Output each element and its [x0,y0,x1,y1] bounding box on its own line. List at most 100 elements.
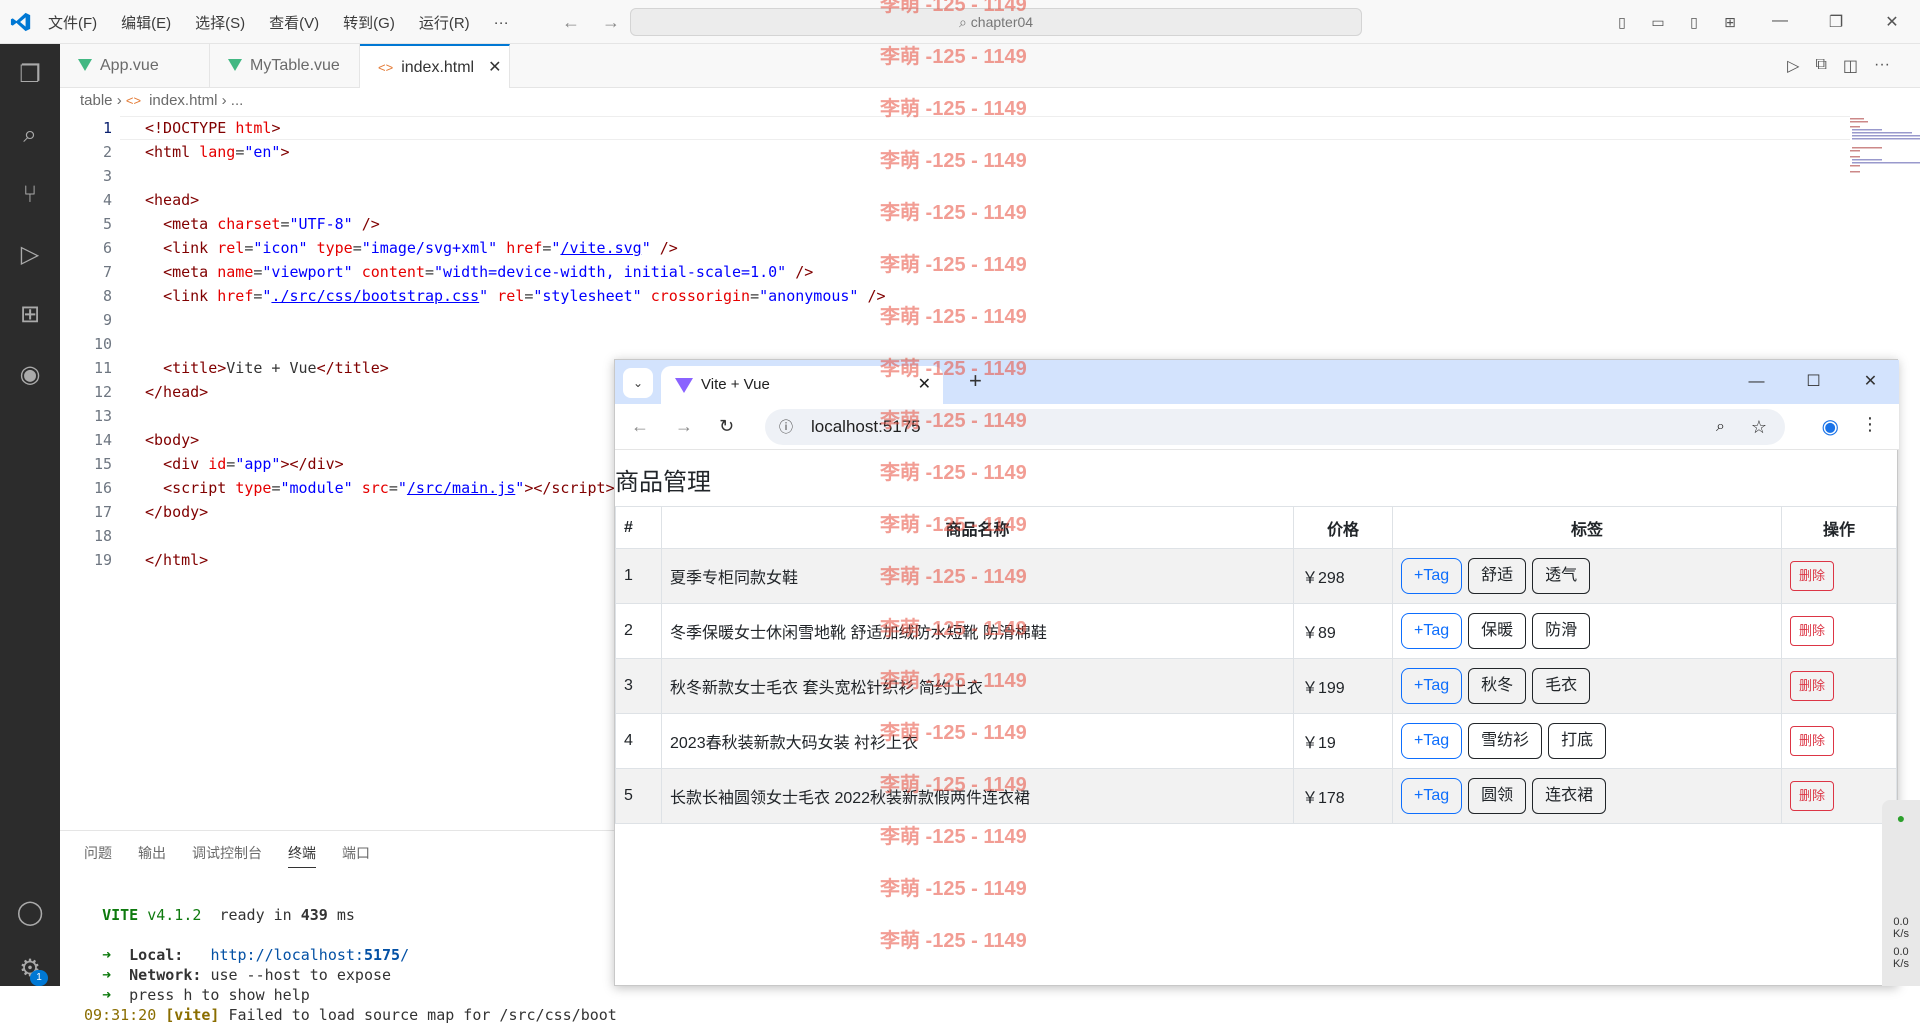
browser-menu-icon[interactable]: ⋮ [1861,414,1879,435]
close-tab-icon[interactable]: ✕ [488,59,501,76]
panel-tab-output[interactable]: 输出 [138,843,166,868]
add-tag-button[interactable]: +Tag [1401,558,1463,594]
minimap[interactable] [1850,116,1920,176]
cell-tags: +Tag 秋冬 毛衣 [1392,658,1782,714]
forward-arrow-icon[interactable]: → [602,12,620,33]
table-header-row: # 商品名称 价格 标签 操作 [615,506,1897,549]
tab-search-chevron-icon[interactable]: ⌄ [623,368,653,398]
code-line: <!DOCTYPE html> [145,119,281,137]
restore-icon[interactable]: ❐ [1808,12,1864,32]
upload-unit: K/s [1893,928,1909,940]
more-actions-icon[interactable]: ··· [1874,56,1890,76]
source-control-icon[interactable]: ⑂ [15,180,45,210]
breadcrumb: table › <> index.html › ... [80,92,243,109]
breadcrumb-file[interactable]: index.html [149,92,217,109]
line-number: 2 [102,143,112,161]
tag-chip[interactable]: 打底 [1548,723,1607,759]
edge-devtools-icon[interactable]: ◉ [15,360,45,390]
explorer-icon[interactable]: ❐ [15,60,45,90]
site-info-icon[interactable]: ⓘ [779,409,793,445]
accounts-icon[interactable]: ◯ [15,898,45,928]
terminal[interactable]: VITE v4.1.2 ready in 439 ms ➜ Local: htt… [84,905,617,1025]
panel-tab-problems[interactable]: 问题 [84,843,112,868]
run-icon[interactable]: ▷ [1787,56,1799,76]
add-tag-button[interactable]: +Tag [1401,613,1463,649]
tag-chip[interactable]: 舒适 [1468,558,1527,594]
close-window-icon[interactable]: ✕ [1864,12,1920,32]
menu-view[interactable]: 查看(V) [269,12,319,33]
breadcrumb-more[interactable]: ... [231,92,244,109]
add-tag-button[interactable]: +Tag [1401,778,1463,814]
panel-tabs: 问题 输出 调试控制台 终端 端口 [84,843,370,868]
run-debug-icon[interactable]: ▷ [15,240,45,270]
tag-chip[interactable]: 圆领 [1468,778,1527,814]
reload-icon[interactable]: ↻ [719,416,734,437]
new-tab-icon[interactable]: + [969,368,982,394]
breadcrumb-folder[interactable]: table [80,92,113,109]
tag-chip[interactable]: 连衣裙 [1532,778,1607,814]
menu-more[interactable]: ··· [494,14,509,31]
tag-chip[interactable]: 雪纺衫 [1468,723,1543,759]
delete-button[interactable]: 删除 [1790,726,1835,756]
current-line-highlight [120,116,1850,140]
cell-name: 夏季专柜同款女鞋 [661,548,1294,604]
menu-edit[interactable]: 编辑(E) [121,12,171,33]
zoom-icon[interactable]: ⌕ [1716,409,1725,445]
profile-icon[interactable]: ◉ [1822,414,1839,439]
title-bar: 文件(F) 编辑(E) 选择(S) 查看(V) 转到(G) 运行(R) ··· … [0,0,1920,44]
command-center[interactable]: ⌕ chapter04 [630,8,1362,36]
delete-button[interactable]: 删除 [1790,561,1835,591]
tab-app-vue[interactable]: App.vue [60,44,210,88]
browser-maximize-icon[interactable]: ☐ [1785,360,1842,404]
panel-tab-terminal[interactable]: 终端 [288,843,316,868]
line-number: 7 [102,263,112,281]
extensions-icon[interactable]: ⊞ [15,300,45,330]
line-number: 5 [102,215,112,233]
tag-chip[interactable]: 保暖 [1468,613,1527,649]
toggle-sidebar-icon[interactable]: ▯ [1608,14,1636,31]
tag-chip[interactable]: 毛衣 [1532,668,1591,704]
tab-index-html[interactable]: <> index.html ✕ [360,44,510,88]
delete-button[interactable]: 删除 [1790,781,1835,811]
col-header-tags: 标签 [1392,506,1782,549]
minimize-icon[interactable]: — [1752,12,1808,32]
cell-actions: 删除 [1781,658,1897,714]
customize-layout-icon[interactable]: ⊞ [1716,14,1744,31]
line-number: 10 [93,335,112,353]
cell-id: 5 [615,768,662,824]
search-icon: ⌕ [958,14,967,30]
table-row: 2 冬季保暖女士休闲雪地靴 舒适加绒防水短靴 防滑棉鞋 ￥89 +Tag 保暖 防滑 删除 [615,603,1897,659]
menu-selection[interactable]: 选择(S) [195,12,245,33]
address-bar[interactable]: ⓘ localhost:5175 ⌕ ☆ [765,409,1785,445]
add-tag-button[interactable]: +Tag [1401,723,1463,759]
search-icon[interactable]: ⌕ [15,120,45,150]
tab-mytable-vue[interactable]: MyTable.vue [210,44,360,88]
panel-tab-debug-console[interactable]: 调试控制台 [192,843,262,868]
browser-forward-icon[interactable]: → [675,416,693,437]
delete-button[interactable]: 删除 [1790,671,1835,701]
close-tab-icon[interactable]: ✕ [918,366,931,404]
browser-back-icon[interactable]: ← [631,416,649,437]
back-arrow-icon[interactable]: ← [562,12,580,33]
browser-close-icon[interactable]: ✕ [1842,360,1899,404]
tag-chip[interactable]: 秋冬 [1468,668,1527,704]
split-editor-icon[interactable]: ◫ [1843,56,1858,76]
editor-actions: ▷ ⧉ ◫ ··· [1787,56,1890,76]
browser-minimize-icon[interactable]: — [1728,360,1785,404]
add-tag-button[interactable]: +Tag [1401,668,1463,704]
menu-file[interactable]: 文件(F) [48,12,97,33]
code-line: <meta charset="UTF-8" /> [163,215,380,233]
bookmark-star-icon[interactable]: ☆ [1751,409,1767,445]
open-preview-icon[interactable]: ⧉ [1815,56,1826,76]
panel-tab-ports[interactable]: 端口 [342,843,370,868]
tag-chip[interactable]: 防滑 [1532,613,1591,649]
toggle-panel-icon[interactable]: ▭ [1644,14,1672,31]
browser-window: ⌄ Vite + Vue ✕ + — ☐ ✕ ← → ↻ ⓘ localhost:… [614,359,1899,986]
tag-chip[interactable]: 透气 [1532,558,1591,594]
browser-tab[interactable]: Vite + Vue ✕ [661,366,943,404]
menu-go[interactable]: 转到(G) [343,12,395,33]
chevron-right-icon: › [116,92,126,109]
toggle-secondary-sidebar-icon[interactable]: ▯ [1680,14,1708,31]
delete-button[interactable]: 删除 [1790,616,1835,646]
menu-run[interactable]: 运行(R) [419,12,470,33]
